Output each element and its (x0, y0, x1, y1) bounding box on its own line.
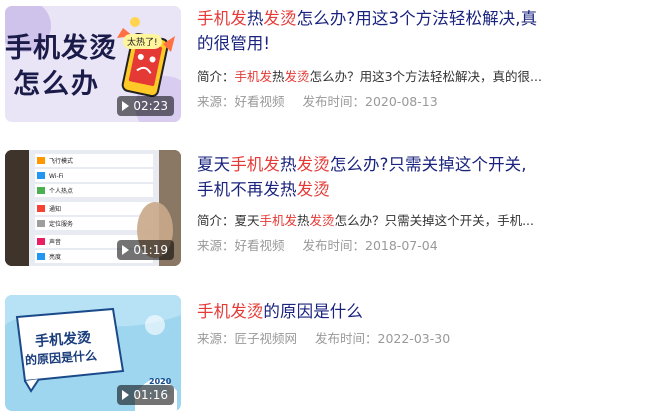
title-segment: 的原因是什么 (263, 302, 364, 321)
result-title-link[interactable]: 夏天手机发热发烫怎么办?只需关掉这个开关, 手机不再发热发烫 (197, 152, 627, 202)
summary-segment: 怎么办？用这3个方法轻松解决，真的很... (309, 69, 542, 84)
settings-row-label: Wi-Fi (49, 173, 64, 180)
settings-row-label: 飞行模式 (49, 157, 73, 165)
publish-date: 发布时间：2020-08-13 (302, 94, 438, 109)
duration-badge: 02:23 (117, 96, 174, 116)
duration-text: 02:23 (133, 99, 168, 113)
title-segment: 发烫 (296, 155, 330, 174)
result-meta: 来源：匠子视频网 发布时间：2022-03-30 (197, 330, 464, 348)
result-meta: 来源：好看视频 发布时间：2018-07-04 (197, 237, 452, 255)
title-segment: 手机发烫 (197, 302, 264, 321)
summary-segment: 简介： (197, 69, 235, 84)
title-segment: 发烫 (263, 9, 297, 28)
summary-segment: 怎么办？只需关掉这个开关，手机... (334, 213, 534, 228)
title-segment: 手机发 (197, 9, 247, 28)
play-icon (122, 245, 130, 255)
settings-row-label: 通知 (49, 205, 61, 213)
summary-segment: 简介：夏天 (197, 213, 260, 228)
title-segment: 的很管用! (197, 34, 271, 53)
video-thumbnail[interactable]: 手机发烫 的原因是什么 2020 01:16 (5, 295, 181, 411)
summary-segment: 发烫 (284, 69, 310, 84)
duration-text: 01:16 (133, 388, 168, 402)
video-results-list: 手机发烫 怎么办 太热了! 02:23 手机发热发烫怎么办?用这3个方法轻松解决… (0, 0, 652, 417)
title-segment: 手机发 (230, 155, 281, 174)
duration-badge: 01:19 (117, 240, 174, 260)
video-thumbnail[interactable]: 手机发烫 怎么办 太热了! 02:23 (5, 6, 181, 122)
result-summary: 简介：夏天手机发热发烫怎么办？只需关掉这个开关，手机... (197, 212, 617, 230)
duration-text: 01:19 (133, 243, 168, 257)
settings-row-label: 个人热点 (49, 187, 73, 195)
settings-row-label: 声音 (49, 238, 61, 246)
title-segment: 热 (280, 155, 297, 174)
publish-date: 发布时间：2022-03-30 (315, 331, 451, 346)
publish-date: 发布时间：2018-07-04 (302, 238, 438, 253)
summary-segment: 手机发 (234, 69, 273, 84)
duration-badge: 01:16 (117, 385, 174, 405)
summary-segment: 手机发 (259, 213, 298, 228)
settings-row-label: 亮度 (49, 253, 61, 261)
title-segment: 怎么办?用这3个方法轻松解决,真 (296, 9, 538, 28)
thumbnail-badge: 太热了! (123, 34, 162, 49)
source-text: 来源：好看视频 (197, 238, 285, 253)
video-thumbnail[interactable]: 飞行模式 Wi-Fi 个人热点 通知 定位服务 声音 亮度 01:19 (5, 150, 181, 266)
play-icon (122, 390, 130, 400)
title-segment: 热 (246, 9, 264, 28)
summary-segment: 热 (297, 213, 310, 228)
result-title-link[interactable]: 手机发热发烫怎么办?用这3个方法轻松解决,真 的很管用! (197, 6, 627, 56)
settings-row-label: 定位服务 (49, 220, 73, 228)
summary-segment: 热 (272, 69, 285, 84)
result-summary: 简介：手机发热发烫怎么办？用这3个方法轻松解决，真的很... (197, 68, 617, 86)
play-icon (122, 101, 130, 111)
title-segment: 发烫 (296, 180, 330, 199)
title-segment: 怎么办?只需关掉这个开关, (329, 155, 527, 174)
summary-segment: 发烫 (309, 213, 335, 228)
thumbnail-caption-line2: 怎么办 (13, 69, 100, 100)
source-text: 来源：匠子视频网 (197, 331, 298, 346)
title-segment: 手机不再发热 (197, 180, 297, 199)
title-segment: 夏天 (197, 155, 231, 174)
source-text: 来源：好看视频 (197, 94, 285, 109)
result-meta: 来源：好看视频 发布时间：2020-08-13 (197, 93, 452, 111)
thumbnail-caption-line1: 手机发烫 (5, 33, 117, 64)
result-title-link[interactable]: 手机发烫的原因是什么 (197, 299, 627, 324)
